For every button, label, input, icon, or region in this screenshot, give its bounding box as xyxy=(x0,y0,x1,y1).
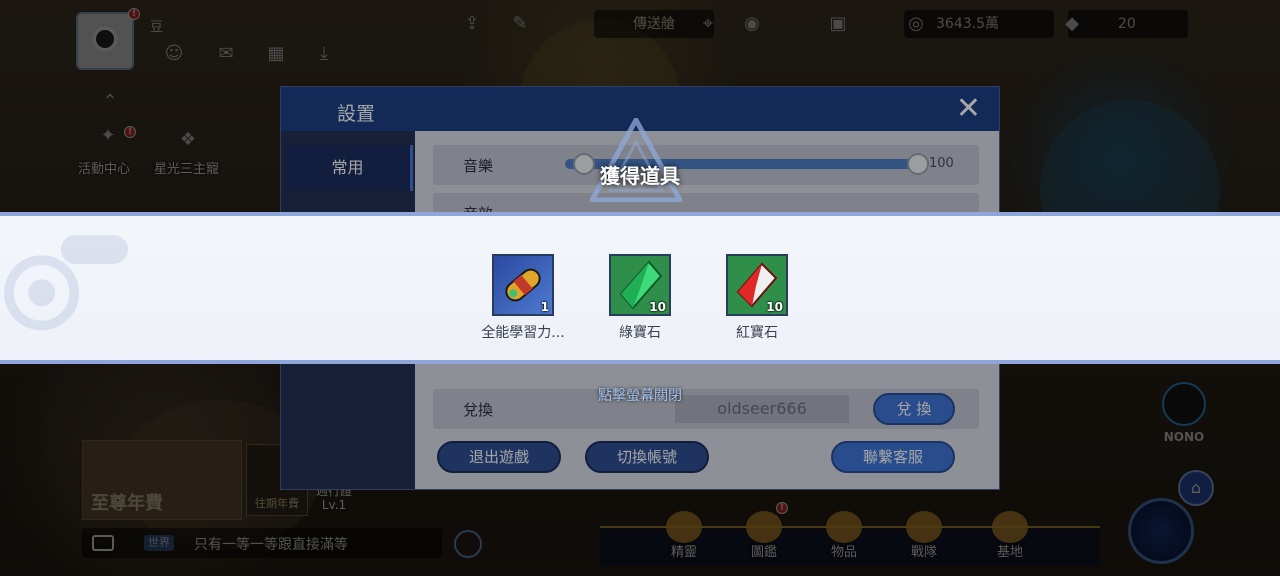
band-decoration-icon xyxy=(4,235,128,331)
tap-to-close-hint: 點擊螢幕關閉 xyxy=(598,388,682,404)
reward-item-name: 紅寶石 xyxy=(736,325,778,341)
reward-item-count: 10 xyxy=(766,300,783,314)
learning-power-capsule-icon: 1 xyxy=(492,254,554,316)
reward-item-name: 綠寶石 xyxy=(619,325,661,341)
reward-item[interactable]: 1 全能學習力... xyxy=(468,254,578,342)
reward-item-name: 全能學習力... xyxy=(481,325,565,341)
reward-item-count: 1 xyxy=(540,300,549,314)
reward-popup-title: 獲得道具 xyxy=(600,164,680,188)
green-gem-icon: 10 xyxy=(609,254,671,316)
reward-band: 1 全能學習力... 10 綠寶石 10 紅寶石 xyxy=(0,212,1280,364)
reward-item[interactable]: 10 紅寶石 xyxy=(702,254,812,342)
reward-item[interactable]: 10 綠寶石 xyxy=(585,254,695,342)
reward-item-count: 10 xyxy=(649,300,666,314)
red-gem-icon: 10 xyxy=(726,254,788,316)
